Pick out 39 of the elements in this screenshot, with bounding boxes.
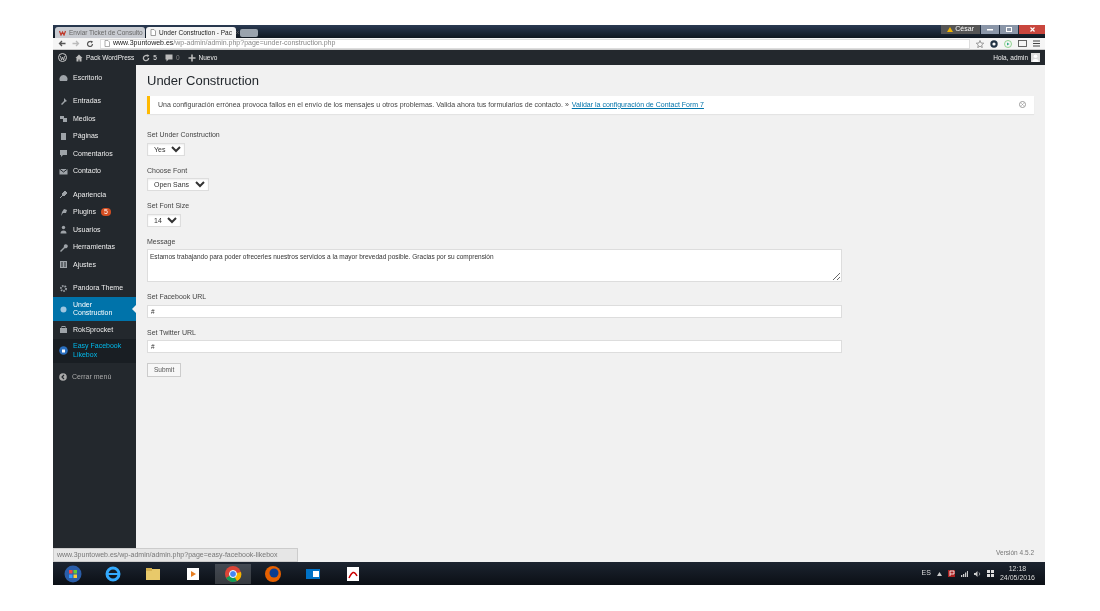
page-icon <box>59 131 68 141</box>
briefcase-icon <box>59 325 68 335</box>
envelope-icon <box>59 166 68 176</box>
person-icon <box>59 225 68 235</box>
plus-icon <box>187 53 196 62</box>
speaker-icon[interactable] <box>973 570 981 577</box>
pin-icon <box>59 96 68 106</box>
speech-bubble-icon <box>164 53 173 62</box>
brush-icon <box>59 190 68 200</box>
star-icon[interactable] <box>976 39 984 48</box>
refresh-icon <box>142 53 151 62</box>
chrome-icon[interactable] <box>215 563 251 584</box>
page-icon <box>150 29 156 36</box>
restore-button[interactable] <box>1000 25 1018 34</box>
reload-icon[interactable] <box>86 39 94 48</box>
minimize-button[interactable] <box>981 25 999 34</box>
avatar-icon <box>1031 53 1040 62</box>
dashboard-icon <box>59 73 68 83</box>
letter-w-icon <box>59 29 66 36</box>
page-title: Under Construction <box>147 72 260 90</box>
up-arrow-icon[interactable] <box>936 571 942 576</box>
back-icon[interactable] <box>58 40 66 47</box>
signal-icon[interactable] <box>960 570 968 577</box>
circle-icon <box>59 304 68 314</box>
windows-grid-icon[interactable] <box>986 570 994 577</box>
house-icon <box>75 53 83 62</box>
menu-icon[interactable] <box>1033 40 1040 47</box>
grid-icon <box>59 260 68 270</box>
arrow-circle-icon <box>59 373 67 382</box>
wordpress-logo-icon[interactable] <box>58 53 67 62</box>
gear-icon <box>59 283 68 293</box>
close-button[interactable] <box>1019 25 1045 34</box>
media-icon <box>59 114 68 124</box>
restore-icon <box>1006 27 1012 32</box>
wrench-icon <box>59 242 68 252</box>
cast-icon[interactable] <box>1018 40 1027 47</box>
minimize-icon <box>987 28 993 31</box>
speech-bubble-icon <box>59 149 68 159</box>
warning-icon <box>947 27 954 32</box>
